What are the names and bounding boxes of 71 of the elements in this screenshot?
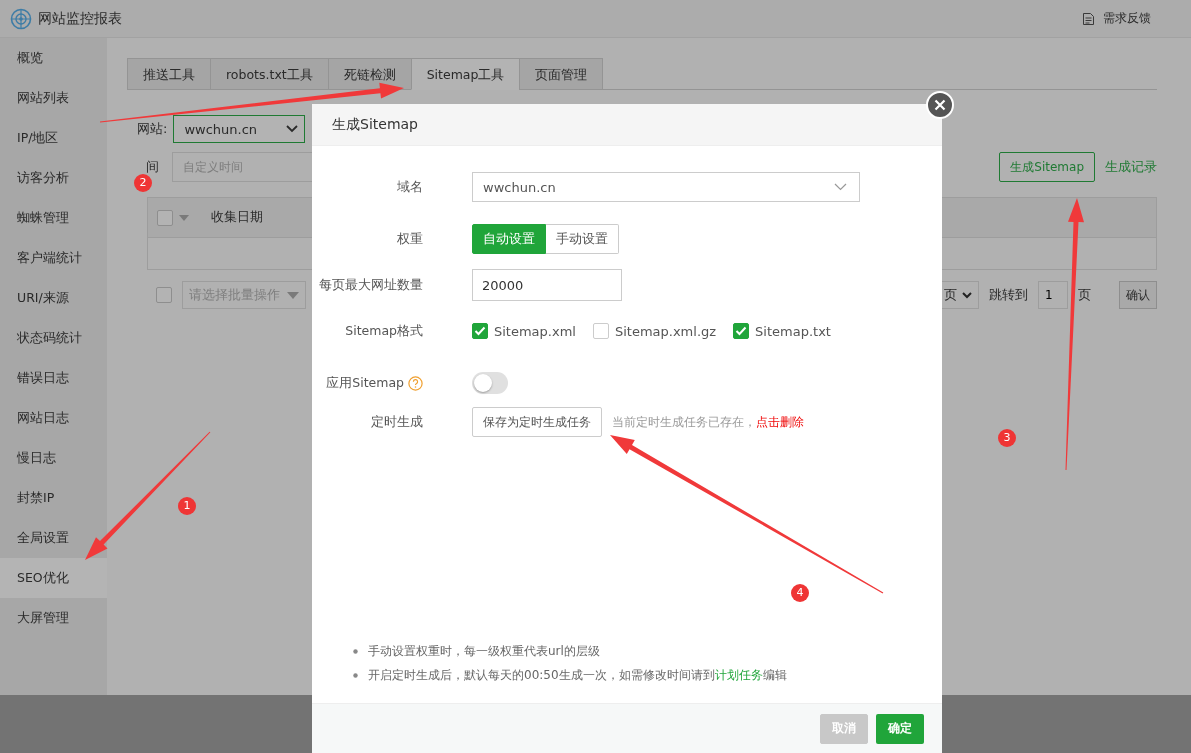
sidebar-item[interactable]: 访客分析 xyxy=(0,158,107,198)
toggle-switch[interactable] xyxy=(472,372,508,394)
chevron-icon[interactable] xyxy=(962,291,972,299)
sidebar-item[interactable]: 封禁IP xyxy=(0,478,107,518)
sidebar-item[interactable]: URI/来源 xyxy=(0,278,107,318)
sidebar-item[interactable]: 状态码统计 xyxy=(0,318,107,358)
sidebar-item[interactable]: SEO优化 xyxy=(0,558,107,598)
sidebar-item[interactable]: 慢日志 xyxy=(0,438,107,478)
field-label: 每页最大网址数量 xyxy=(319,276,423,294)
field-label: Sitemap格式 xyxy=(345,322,423,340)
tab[interactable]: 死链检测 xyxy=(327,58,411,90)
help-icon[interactable] xyxy=(408,375,423,391)
field-label: 域名 xyxy=(397,178,423,196)
tab[interactable]: 推送工具 xyxy=(127,58,210,90)
sidebar-item[interactable]: 概览 xyxy=(0,38,107,78)
page-suffix: 页 xyxy=(1078,286,1091,304)
chevron-icon[interactable] xyxy=(286,125,299,133)
schedule-note: 当前定时生成任务已存在， xyxy=(612,413,756,431)
field-label: 权重 xyxy=(397,230,423,248)
site-select[interactable]: wwchun.cn xyxy=(173,115,306,143)
site-label: 网站: xyxy=(137,120,168,138)
note-text: 开启定时生成后，默认每天的00:50生成一次，如需修改时间请到计划任务编辑 xyxy=(368,666,787,684)
confirm-button[interactable]: 确认 xyxy=(1119,281,1157,309)
dialog-title: 生成Sitemap xyxy=(332,115,418,134)
step-badge: 2 xyxy=(134,174,152,192)
sidebar-item[interactable]: 客户端统计 xyxy=(0,238,107,278)
note-text: 手动设置权重时，每一级权重代表url的层级 xyxy=(368,642,600,660)
checkbox[interactable] xyxy=(733,323,750,339)
sidebar-item[interactable]: 错误日志 xyxy=(0,358,107,398)
tab[interactable]: 页面管理 xyxy=(519,58,604,90)
page-number-field[interactable]: 1 xyxy=(1038,281,1068,309)
checkbox-label: Sitemap.xml xyxy=(494,323,576,339)
close-icon[interactable] xyxy=(934,99,946,111)
step-badge: 3 xyxy=(998,429,1016,447)
feedback-link[interactable]: 需求反馈 xyxy=(1082,10,1151,27)
field-label: 定时生成 xyxy=(371,413,423,431)
checkbox[interactable] xyxy=(592,323,609,339)
ok-button[interactable]: 确定 xyxy=(876,713,924,744)
max-urls-field[interactable]: 20000 xyxy=(472,269,622,301)
caret-icon[interactable] xyxy=(179,214,189,221)
checkbox-label: Sitemap.txt xyxy=(755,323,831,339)
segment-button[interactable]: 自动设置 xyxy=(472,224,546,254)
task-link[interactable]: 计划任务 xyxy=(714,667,763,682)
sidebar-item[interactable]: IP/地区 xyxy=(0,118,107,158)
sidebar-item[interactable]: 大屏管理 xyxy=(0,598,107,638)
sidebar-item[interactable]: 网站列表 xyxy=(0,78,107,118)
logo-icon xyxy=(10,7,32,30)
select-all-checkbox[interactable] xyxy=(157,209,173,226)
domain-select[interactable]: wwchun.cn xyxy=(472,172,860,202)
segment-button[interactable]: 手动设置 xyxy=(546,224,619,254)
document-icon[interactable] xyxy=(1082,11,1095,26)
checkbox-label: Sitemap.xml.gz xyxy=(614,323,717,339)
close-button[interactable] xyxy=(926,91,954,119)
bullet-icon xyxy=(353,648,358,654)
checkbox[interactable] xyxy=(472,323,488,339)
delete-link[interactable]: 点击删除 xyxy=(756,413,804,431)
sidebar-item[interactable]: 网站日志 xyxy=(0,398,107,438)
save-schedule-button[interactable]: 保存为定时生成任务 xyxy=(472,407,602,437)
sidebar-item[interactable]: 蜘蛛管理 xyxy=(0,198,107,238)
field-label: 应用Sitemap xyxy=(326,374,404,392)
app-title: 网站监控报表 xyxy=(38,9,122,28)
step-badge: 1 xyxy=(178,497,196,515)
bulk-checkbox[interactable] xyxy=(156,287,172,303)
tab[interactable]: robots.txt工具 xyxy=(210,58,328,90)
column-header: 收集日期 xyxy=(211,209,263,226)
time-label: 间 xyxy=(146,158,160,176)
goto-label: 跳转到 xyxy=(989,286,1028,304)
bullet-icon xyxy=(353,672,358,678)
tab[interactable]: Sitemap工具 xyxy=(410,58,520,90)
sidebar-item[interactable]: 全局设置 xyxy=(0,518,107,558)
caret-icon[interactable] xyxy=(287,291,299,299)
